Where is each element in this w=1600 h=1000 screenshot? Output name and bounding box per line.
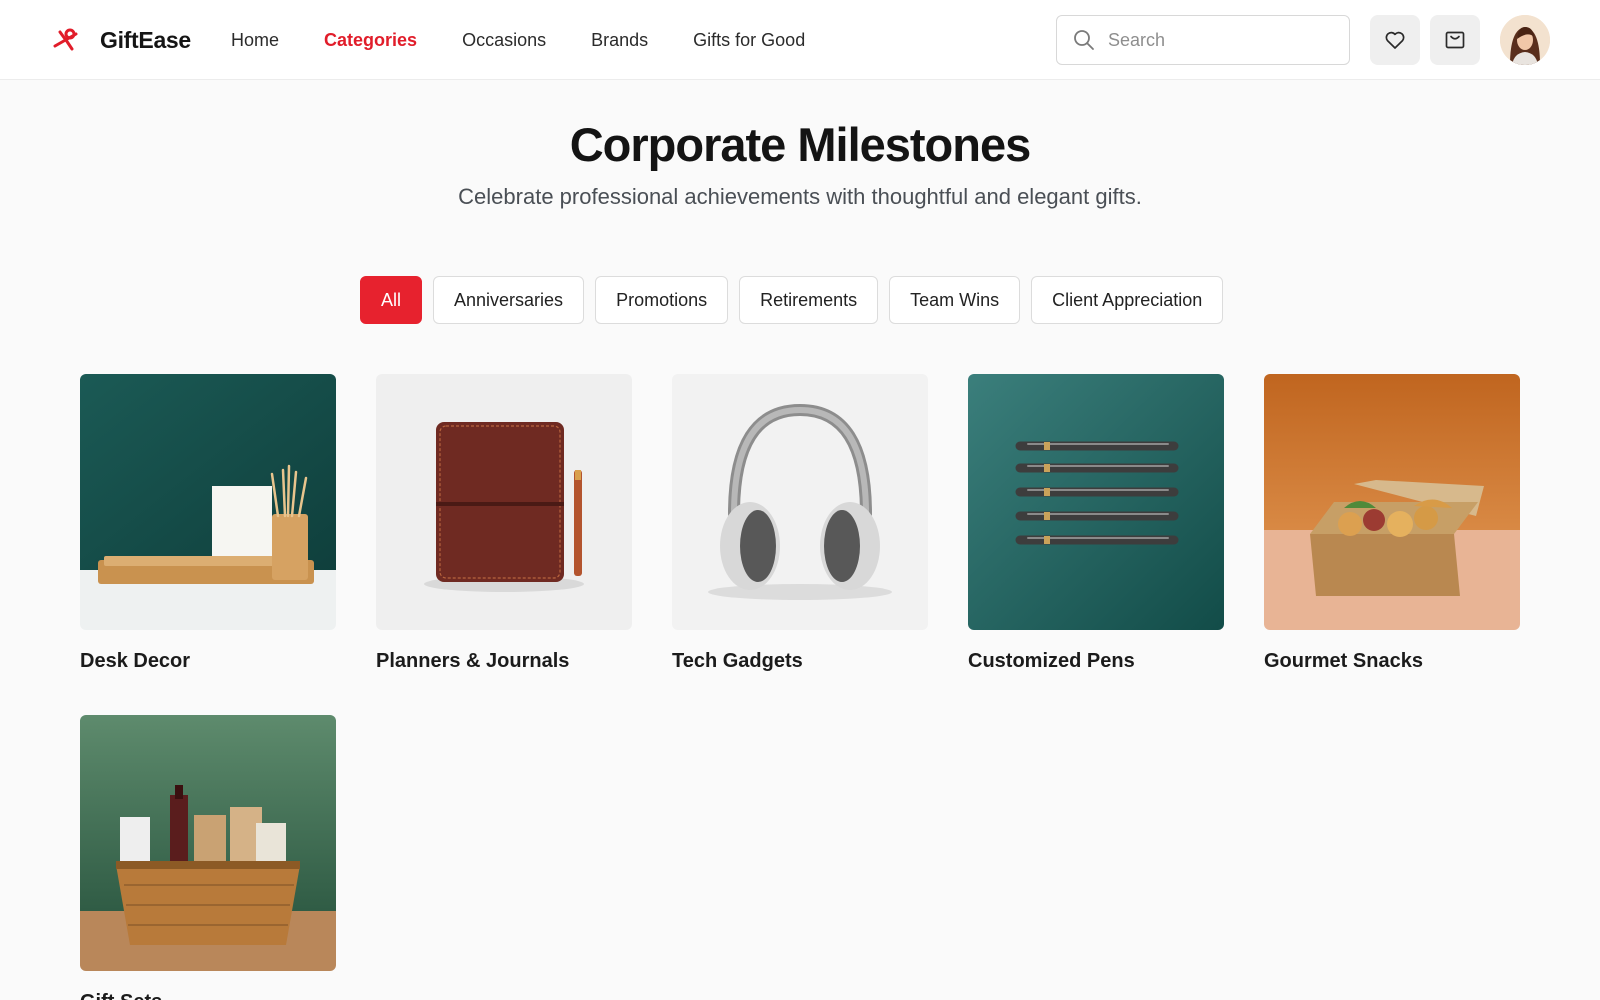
category-card-gourmet-snacks[interactable]: Gourmet Snacks	[1264, 374, 1520, 673]
cart-button[interactable]	[1430, 15, 1480, 65]
category-label: Planners & Journals	[376, 650, 570, 672]
nav-brands[interactable]: Brands	[591, 30, 648, 51]
brand-logo[interactable]: GiftEase	[52, 24, 191, 56]
nav-occasions[interactable]: Occasions	[462, 30, 546, 51]
filter-bar: All Anniversaries Promotions Retirements…	[360, 276, 1234, 324]
category-card-gift-sets[interactable]: Gift Sets	[80, 715, 336, 1000]
nav-categories[interactable]: Categories	[324, 30, 417, 51]
search-input[interactable]	[1108, 29, 1338, 51]
category-label: Desk Decor	[80, 650, 191, 672]
category-card-customized-pens[interactable]: Customized Pens	[968, 374, 1224, 673]
snack-box-image	[1264, 374, 1520, 630]
pens-image	[968, 374, 1224, 630]
filter-anniversaries[interactable]: Anniversaries	[433, 276, 585, 324]
gift-basket-image	[80, 715, 336, 971]
filter-team-wins[interactable]: Team Wins	[889, 276, 1021, 324]
planner-journal-image	[376, 374, 632, 630]
category-label: Gift Sets	[80, 991, 336, 1000]
gift-ribbon-icon	[53, 28, 78, 51]
avatar-photo	[1500, 15, 1550, 65]
brand-name: GiftEase	[100, 26, 191, 53]
page-title: Corporate Milestones	[569, 118, 1032, 171]
filter-promotions[interactable]: Promotions	[595, 276, 729, 324]
category-label: Tech Gadgets	[672, 650, 803, 672]
heart-icon	[1385, 31, 1405, 49]
category-card-desk-decor[interactable]: Desk Decor	[80, 374, 336, 673]
top-navbar: GiftEase Home Categories Occasions Brand…	[0, 0, 1600, 80]
search-box[interactable]	[1056, 15, 1350, 65]
wishlist-button[interactable]	[1370, 15, 1420, 65]
category-label: Customized Pens	[968, 650, 1135, 672]
filter-retirements[interactable]: Retirements	[739, 276, 879, 324]
category-card-tech-gadgets[interactable]: Tech Gadgets	[672, 374, 928, 673]
filter-client-appreciation[interactable]: Client Appreciation	[1031, 276, 1224, 324]
headphones-image	[672, 374, 928, 630]
user-avatar[interactable]	[1500, 15, 1550, 65]
search-icon	[1074, 30, 1094, 50]
category-label: Gourmet Snacks	[1264, 650, 1423, 672]
nav-gifts-for-good[interactable]: Gifts for Good	[693, 30, 805, 51]
main-nav: Home Categories Occasions Brands Gifts f…	[231, 0, 850, 80]
nav-home[interactable]: Home	[231, 30, 279, 51]
filter-all[interactable]: All	[360, 276, 423, 324]
bag-icon	[1445, 31, 1465, 49]
desk-decor-image	[80, 374, 336, 630]
category-card-planners-journals[interactable]: Planners & Journals	[376, 374, 632, 673]
page-subtitle: Celebrate professional achievements with…	[458, 184, 1142, 209]
